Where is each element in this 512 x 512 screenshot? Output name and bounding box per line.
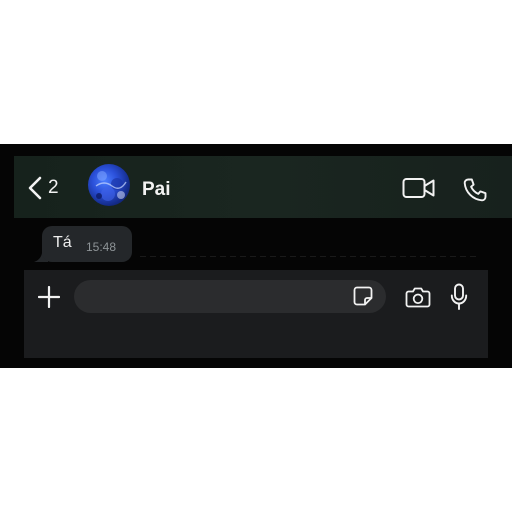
message-timestamp: 15:48: [86, 240, 117, 254]
plus-icon: [37, 285, 61, 309]
microphone-button[interactable]: [450, 283, 468, 316]
composer-bar: [24, 270, 488, 358]
divider: [140, 256, 480, 257]
message-bubble-incoming[interactable]: Tá 15:48: [42, 226, 132, 262]
video-call-button[interactable]: [402, 177, 436, 204]
message-text: Tá: [53, 234, 72, 251]
camera-button[interactable]: [405, 286, 431, 313]
microphone-icon: [450, 283, 468, 310]
camera-icon: [405, 287, 431, 308]
avatar[interactable]: [88, 164, 130, 206]
video-call-icon: [402, 178, 435, 198]
chat-screen: 2 Pai Tá 15:48: [0, 144, 512, 368]
contact-name[interactable]: Pai: [142, 179, 171, 201]
avatar-image: [95, 171, 127, 201]
attach-button[interactable]: [37, 285, 61, 313]
chat-header: 2 Pai: [14, 156, 512, 218]
message-input[interactable]: [74, 280, 386, 313]
phone-icon: [463, 178, 487, 202]
sticker-button[interactable]: [352, 285, 374, 312]
voice-call-button[interactable]: [462, 177, 488, 208]
back-button[interactable]: 2: [28, 176, 59, 200]
chevron-left-icon: [28, 176, 42, 200]
unread-count: 2: [48, 177, 59, 198]
sticker-icon: [353, 286, 373, 306]
